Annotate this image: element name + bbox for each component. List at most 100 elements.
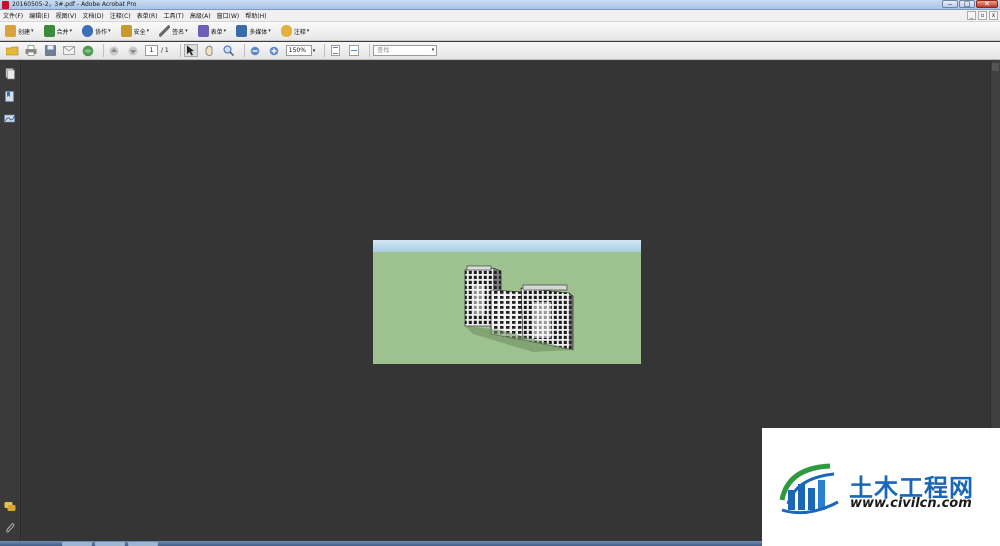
sign-label: 签名 bbox=[172, 28, 185, 36]
save-button[interactable] bbox=[43, 44, 57, 57]
multimedia-label: 多媒体 bbox=[249, 28, 268, 36]
tasks-toolbar: 创建 ▾ 合并 ▾ 协作 ▾ 安全 ▾ 签名 ▾ 表单 ▾ 多媒体 ▾ 注释 ▾ bbox=[0, 22, 1000, 41]
civilcn-logo-icon bbox=[779, 463, 839, 515]
find-input[interactable]: 查找 ▾ bbox=[373, 45, 438, 56]
pen-sign-icon bbox=[159, 25, 171, 37]
select-tool-button[interactable] bbox=[183, 44, 198, 57]
save-icon bbox=[44, 45, 56, 56]
combine-icon bbox=[43, 25, 55, 37]
menu-tools[interactable]: 工具(T) bbox=[163, 11, 183, 20]
cursor-select-icon bbox=[186, 45, 194, 56]
zoom-in-icon bbox=[269, 46, 279, 55]
page-count: / 1 bbox=[161, 47, 169, 54]
window-controls: ‒ □ ✕ bbox=[942, 0, 998, 9]
zoom-level-field[interactable]: 150% bbox=[285, 45, 312, 56]
collaborate-icon bbox=[82, 25, 94, 37]
minimize-button[interactable]: ‒ bbox=[942, 0, 958, 8]
multimedia-icon bbox=[236, 25, 248, 37]
window-title: 20160505-2，3#.pdf - Adobe Acrobat Pro bbox=[12, 1, 137, 8]
comment-button[interactable]: 注释 ▾ bbox=[279, 24, 312, 39]
chevron-down-icon: ▾ bbox=[108, 28, 111, 34]
open-button[interactable] bbox=[5, 44, 19, 57]
zoom-in-button[interactable] bbox=[267, 44, 281, 57]
chevron-down-icon: ▾ bbox=[306, 28, 310, 34]
page-number-input[interactable]: 1 bbox=[145, 45, 158, 56]
zoom-magnifier-icon bbox=[223, 45, 235, 56]
taskbar-item[interactable] bbox=[128, 542, 158, 546]
doc-minimize-button[interactable]: _ bbox=[967, 11, 976, 20]
chevron-down-icon[interactable]: ▾ bbox=[432, 46, 435, 55]
doc-restore-button[interactable]: ▫ bbox=[978, 11, 987, 20]
comment-icon bbox=[280, 25, 292, 37]
toolbar-separator bbox=[243, 44, 245, 57]
taskbar-item[interactable] bbox=[62, 542, 92, 546]
zoom-out-icon bbox=[250, 46, 260, 55]
forms-label: 表单 bbox=[210, 28, 223, 36]
signatures-icon[interactable] bbox=[4, 113, 16, 125]
fit-page-button[interactable] bbox=[328, 44, 342, 57]
sign-button[interactable]: 签名 ▾ bbox=[157, 24, 190, 39]
fit-width-button[interactable] bbox=[347, 44, 361, 57]
chevron-down-icon: ▾ bbox=[31, 28, 34, 34]
close-button[interactable]: ✕ bbox=[976, 0, 998, 8]
create-button[interactable]: 创建 ▾ bbox=[3, 24, 36, 39]
print-button[interactable] bbox=[24, 44, 38, 57]
attachments-icon[interactable] bbox=[4, 522, 16, 534]
menu-edit[interactable]: 编辑(E) bbox=[29, 11, 49, 20]
lock-icon bbox=[120, 25, 132, 37]
document-window-controls: _ ▫ x bbox=[967, 11, 998, 20]
combine-button[interactable]: 合并 ▾ bbox=[42, 24, 75, 39]
chevron-down-icon: ▾ bbox=[69, 28, 73, 34]
scroll-up-icon[interactable] bbox=[992, 63, 999, 71]
acrobat-app-icon bbox=[2, 1, 9, 9]
menu-forms[interactable]: 表单(R) bbox=[137, 11, 158, 20]
globe-icon bbox=[82, 45, 94, 56]
print-icon bbox=[25, 45, 37, 56]
menu-view[interactable]: 视图(V) bbox=[56, 11, 77, 20]
multimedia-button[interactable]: 多媒体 ▾ bbox=[234, 24, 273, 39]
email-button[interactable] bbox=[62, 44, 76, 57]
hand-tool-button[interactable] bbox=[203, 44, 217, 57]
previous-page-button[interactable] bbox=[107, 44, 121, 57]
menu-bar: 文件(F) 编辑(E) 视图(V) 文档(D) 注释(C) 表单(R) 工具(T… bbox=[0, 10, 1000, 22]
comments-icon[interactable] bbox=[4, 501, 16, 513]
secure-label: 安全 bbox=[133, 28, 146, 36]
menu-advanced[interactable]: 高级(A) bbox=[190, 11, 211, 20]
next-page-button[interactable] bbox=[126, 44, 140, 57]
building-render-image bbox=[464, 265, 574, 352]
chevron-down-icon: ▾ bbox=[268, 28, 271, 34]
toolbar-separator bbox=[179, 44, 181, 57]
secure-button[interactable]: 安全 ▾ bbox=[119, 24, 152, 39]
open-folder-icon bbox=[5, 46, 18, 55]
menu-file[interactable]: 文件(F) bbox=[3, 11, 23, 20]
watermark: 土木工程网 www.civilcn.com bbox=[762, 428, 1000, 546]
create-label: 创建 bbox=[18, 28, 31, 36]
pdf-page bbox=[373, 240, 641, 364]
chevron-down-icon: ▾ bbox=[185, 28, 188, 34]
collaborate-button[interactable]: 协作 ▾ bbox=[80, 24, 113, 39]
navigation-panel bbox=[0, 61, 21, 541]
menu-help[interactable]: 帮助(H) bbox=[245, 11, 266, 20]
navigation-toolbar: 1 / 1 150% ▾ 查找 ▾ bbox=[0, 42, 1000, 60]
email-icon bbox=[63, 46, 75, 55]
zoom-out-button[interactable] bbox=[248, 44, 262, 57]
title-bar: 20160505-2，3#.pdf - Adobe Acrobat Pro ‒ … bbox=[0, 0, 1000, 10]
acrobat-window: 20160505-2，3#.pdf - Adobe Acrobat Pro ‒ … bbox=[0, 0, 1000, 546]
maximize-button[interactable]: □ bbox=[959, 0, 975, 8]
marquee-zoom-button[interactable] bbox=[222, 44, 236, 57]
menu-window[interactable]: 窗口(W) bbox=[217, 11, 240, 20]
chevron-down-icon[interactable]: ▾ bbox=[313, 48, 316, 54]
menu-document[interactable]: 文档(D) bbox=[82, 11, 103, 20]
maximize-icon: □ bbox=[963, 0, 971, 8]
bookmarks-icon[interactable] bbox=[4, 91, 16, 103]
close-icon: ✕ bbox=[984, 0, 990, 8]
share-button[interactable] bbox=[81, 44, 95, 57]
doc-close-button[interactable]: x bbox=[989, 11, 998, 20]
taskbar-item[interactable] bbox=[95, 542, 125, 546]
menu-comments[interactable]: 注释(C) bbox=[110, 11, 131, 20]
pages-icon[interactable] bbox=[4, 68, 16, 80]
collaborate-label: 协作 bbox=[95, 28, 108, 36]
combine-label: 合并 bbox=[56, 28, 69, 36]
forms-button[interactable]: 表单 ▾ bbox=[196, 24, 229, 39]
fit-page-icon bbox=[330, 45, 340, 56]
